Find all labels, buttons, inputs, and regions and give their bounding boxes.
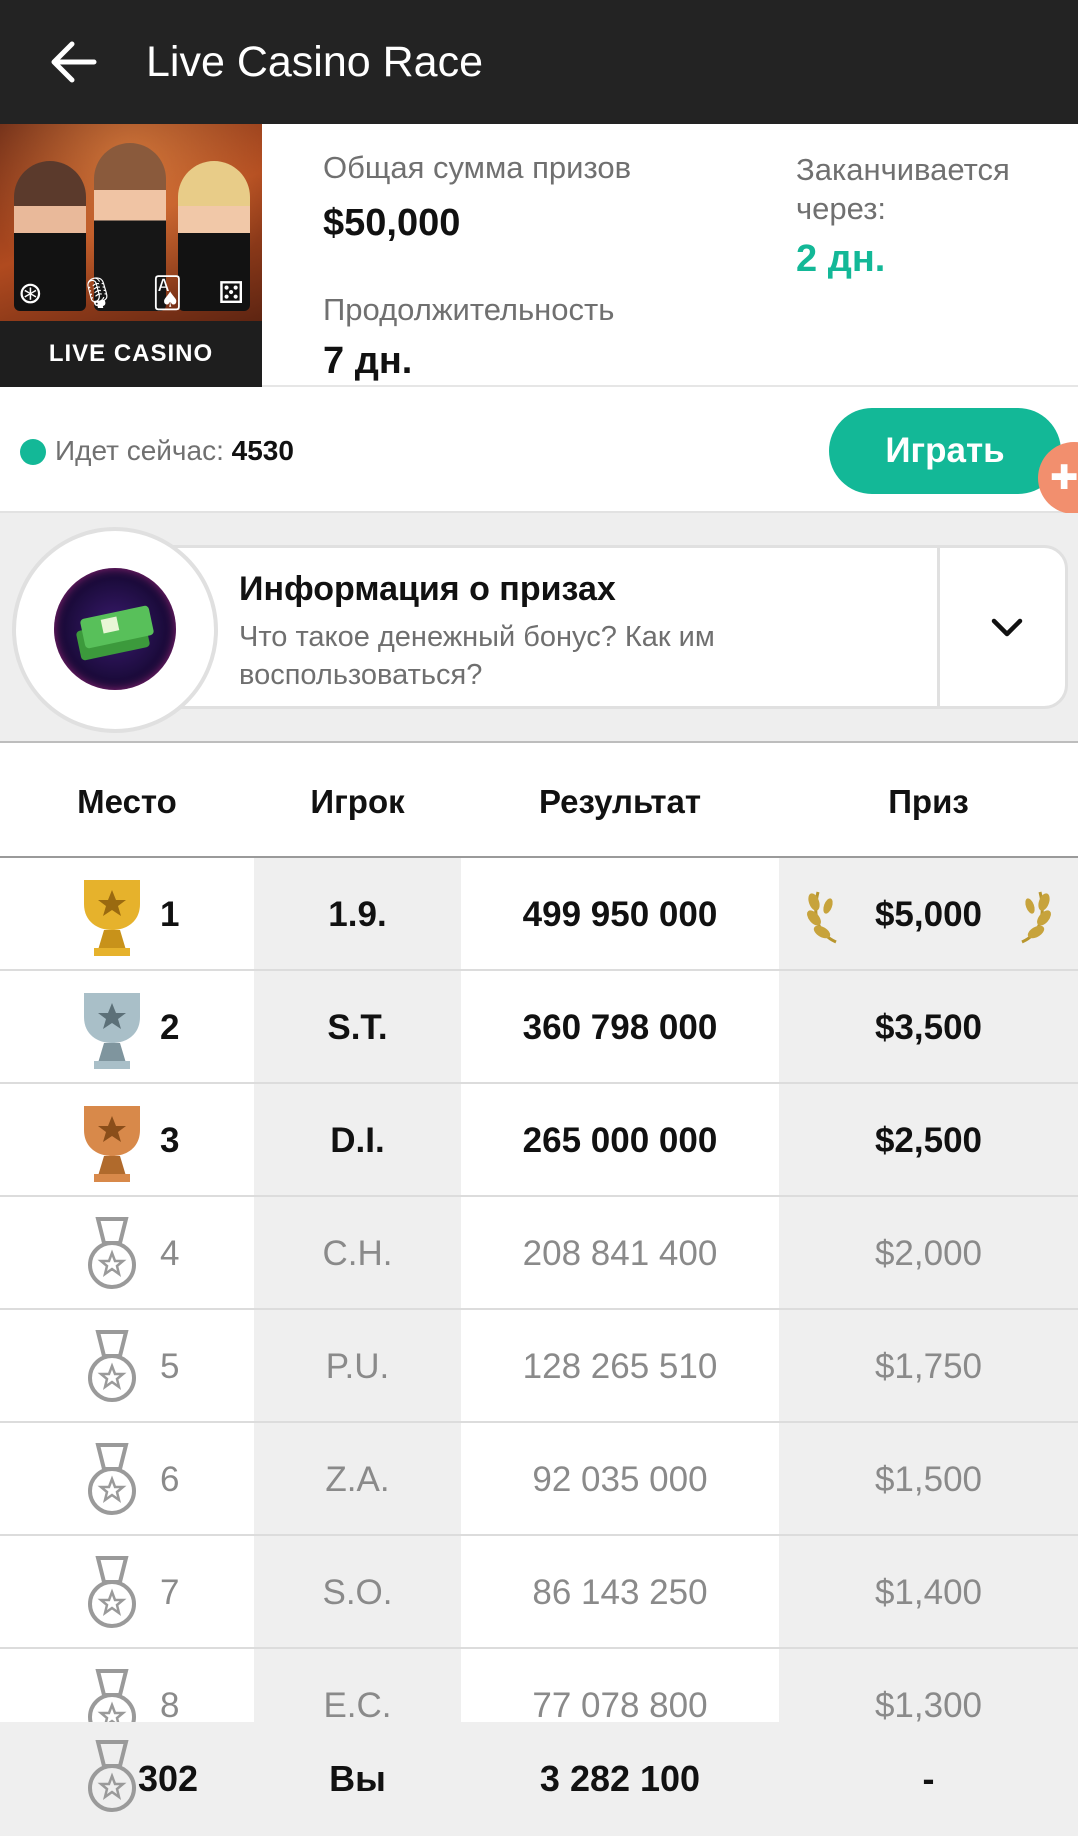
gamepad-icon: ✚ — [1050, 459, 1078, 497]
table-row: 1 1.9. 499 950 000 $5,000 — [0, 858, 1078, 971]
table-row: 5 P.U. 128 265 510 $1,750 — [0, 1310, 1078, 1423]
table-row: 2 S.T. 360 798 000 $3,500 — [0, 971, 1078, 1084]
race-banner-image: ⊛ 🎙 🂡 ⚄ LIVE CASINO — [0, 124, 262, 387]
player-result: 92 035 000 — [532, 1459, 708, 1499]
player-name: E.C. — [323, 1685, 392, 1723]
player-prize: $3,500 — [874, 1007, 983, 1047]
medal-icon — [88, 1443, 136, 1515]
place-number: 8 — [160, 1685, 180, 1723]
total-prize-label: Общая сумма призов — [323, 150, 632, 185]
player-prize: $2,000 — [874, 1233, 983, 1273]
race-summary: ⊛ 🎙 🂡 ⚄ LIVE CASINO Общая сумма призов $… — [0, 124, 1078, 387]
app-bar: Live Casino Race — [0, 0, 1078, 124]
player-prize: $1,500 — [874, 1459, 983, 1499]
table-row: 6 Z.A. 92 035 000 $1,500 — [0, 1423, 1078, 1536]
player-result: 499 950 000 — [522, 894, 718, 934]
place-number: 4 — [160, 1233, 180, 1273]
place-number: 3 — [160, 1120, 180, 1160]
dice-icon: ⚄ — [218, 276, 245, 310]
bronze-trophy-icon — [84, 1106, 140, 1182]
player-result: 265 000 000 — [522, 1120, 718, 1160]
my-position-row: 302 Вы 3 282 100 - — [0, 1722, 1078, 1836]
players-now-label: Идет сейчас: — [55, 435, 224, 466]
player-name: S.T. — [327, 1007, 388, 1047]
medal-icon — [88, 1217, 136, 1289]
player-name: Z.A. — [325, 1459, 390, 1499]
laurel-left-icon — [807, 891, 837, 944]
player-name: C.H. — [322, 1233, 393, 1273]
place-number: 5 — [160, 1346, 180, 1386]
live-indicator-dot — [20, 439, 46, 465]
player-result: 128 265 510 — [522, 1346, 718, 1386]
page-title: Live Casino Race — [146, 37, 484, 86]
my-name: Вы — [329, 1758, 386, 1799]
player-prize: $1,300 — [874, 1685, 983, 1723]
my-prize: - — [922, 1758, 935, 1799]
players-now-count: 4530 — [231, 435, 294, 466]
prize-info-description: Что такое денежный бонус? Как им восполь… — [239, 621, 715, 691]
gold-trophy-icon — [84, 880, 140, 956]
chevron-down-icon[interactable] — [980, 608, 1034, 648]
play-button[interactable]: Играть — [829, 408, 1061, 494]
ends-in-value: 2 дн. — [796, 238, 886, 280]
player-name: S.O. — [322, 1572, 393, 1612]
microphone-icon: 🎙 — [78, 276, 117, 310]
table-row: 7 S.O. 86 143 250 $1,400 — [0, 1536, 1078, 1649]
leaderboard-header: Место Игрок Результат Приз — [0, 745, 1078, 858]
arrow-left-icon — [51, 41, 97, 83]
player-result: 360 798 000 — [522, 1007, 718, 1047]
player-name: 1.9. — [328, 894, 387, 934]
player-prize: $2,500 — [874, 1120, 983, 1160]
total-prize-value: $50,000 — [323, 202, 461, 244]
player-prize: $1,400 — [874, 1572, 983, 1612]
place-number: 6 — [160, 1459, 180, 1499]
player-result: 86 143 250 — [532, 1572, 708, 1612]
table-row: 8 E.C. 77 078 800 $1,300 — [0, 1649, 1078, 1722]
players-now: Идет сейчас: 4530 — [55, 435, 294, 467]
money-stack-icon — [54, 568, 176, 690]
place-number: 7 — [160, 1572, 180, 1612]
column-header-place: Место — [77, 782, 177, 820]
duration-value: 7 дн. — [323, 340, 413, 382]
back-button[interactable] — [24, 0, 124, 124]
silver-trophy-icon — [84, 993, 140, 1069]
divider — [937, 548, 940, 706]
ends-in-label: Заканчивается через: — [796, 152, 1010, 226]
medal-icon — [88, 1556, 136, 1628]
column-header-prize: Приз — [888, 782, 969, 820]
column-header-result: Результат — [538, 782, 702, 820]
prize-info-title: Информация о призах — [239, 570, 616, 608]
banner-label: LIVE CASINO — [0, 321, 262, 387]
column-header-player: Игрок — [310, 782, 405, 820]
my-result: 3 282 100 — [539, 1758, 701, 1799]
my-place: 302 — [138, 1758, 199, 1799]
player-prize: $1,750 — [874, 1346, 983, 1386]
player-name: P.U. — [325, 1346, 390, 1386]
medal-icon — [88, 1669, 136, 1722]
cards-icon: 🂡 — [151, 276, 183, 310]
place-number: 1 — [160, 894, 180, 934]
duration-label: Продолжительность — [323, 292, 615, 327]
table-row: 3 D.I. 265 000 000 $2,500 — [0, 1084, 1078, 1197]
player-result: 208 841 400 — [522, 1233, 718, 1273]
medal-icon — [88, 1330, 136, 1402]
player-name: D.I. — [330, 1120, 385, 1160]
player-result: 77 078 800 — [532, 1685, 708, 1723]
laurel-right-icon — [1021, 891, 1051, 944]
place-number: 2 — [160, 1007, 180, 1047]
table-row: 4 C.H. 208 841 400 $2,000 — [0, 1197, 1078, 1310]
roulette-icon: ⊛ — [17, 276, 43, 310]
leaderboard-table: 1 1.9. 499 950 000 $5,000 2 S.T. 360 798 — [0, 858, 1078, 1722]
